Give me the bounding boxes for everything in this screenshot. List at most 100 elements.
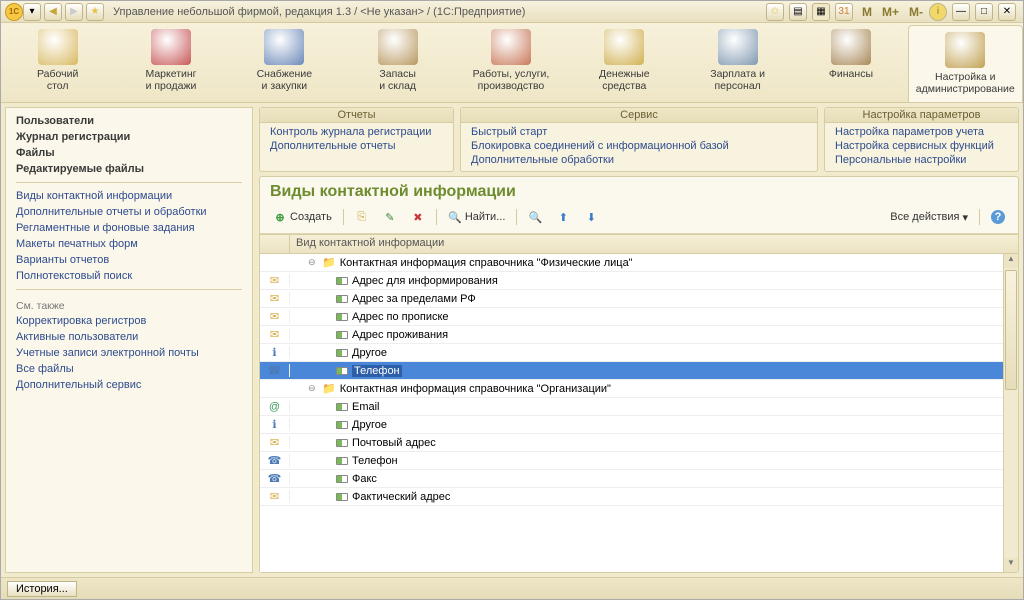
table-row[interactable]: ☎Телефон <box>260 362 1018 380</box>
memory-m-button[interactable]: M <box>858 4 876 20</box>
tag-icon <box>336 421 348 429</box>
nav-icon <box>378 29 418 65</box>
doc-icon[interactable]: ▤ <box>789 3 807 21</box>
calendar-icon[interactable]: 31 <box>835 3 853 21</box>
panel-link[interactable]: Настройка сервисных функций <box>835 139 1008 153</box>
maximize-button[interactable]: □ <box>975 3 993 21</box>
row-type-icon: ✉ <box>260 274 290 287</box>
nav-item-7[interactable]: Финансы <box>794 23 907 102</box>
sidebar-link[interactable]: Все файлы <box>16 362 242 376</box>
create-button[interactable]: ⊕Создать <box>268 207 337 227</box>
copy-button[interactable]: ⎘ <box>350 207 374 227</box>
nav-item-4[interactable]: Работы, услуги,производство <box>454 23 567 102</box>
nav-item-6[interactable]: Зарплата иперсонал <box>681 23 794 102</box>
sidebar-link[interactable]: Учетные записи электронной почты <box>16 346 242 360</box>
table-row[interactable]: ✉Адрес за пределами РФ <box>260 290 1018 308</box>
sidebar-link[interactable]: Дополнительные отчеты и обработки <box>16 205 242 219</box>
row-label: Адрес проживания <box>352 329 448 341</box>
panel-service-header: Сервис <box>461 108 817 123</box>
sidebar-link[interactable]: Корректировка регистров <box>16 314 242 328</box>
find-button[interactable]: 🔍Найти... <box>443 207 511 227</box>
folder-icon: 📁 <box>322 256 336 269</box>
cancel-search-button[interactable]: 🔍 <box>523 207 547 227</box>
move-down-button[interactable]: ⬇ <box>579 207 603 227</box>
nav-back-button[interactable]: ◀ <box>44 3 62 21</box>
table-row[interactable]: ✉Почтовый адрес <box>260 434 1018 452</box>
dropdown-button[interactable]: ▾ <box>23 3 41 21</box>
sidebar-link[interactable]: Активные пользователи <box>16 330 242 344</box>
sidebar-link[interactable]: Виды контактной информации <box>16 189 242 203</box>
memory-mminus-button[interactable]: M- <box>905 4 927 20</box>
plus-icon: ⊕ <box>273 210 287 224</box>
nav-item-3[interactable]: Запасыи склад <box>341 23 454 102</box>
grid: Вид контактной информации ⊖📁Контактная и… <box>260 234 1018 572</box>
nav-item-5[interactable]: Денежныесредства <box>568 23 681 102</box>
scroll-thumb[interactable] <box>1005 270 1017 390</box>
row-type-icon: ✉ <box>260 292 290 305</box>
sidebar-link[interactable]: Макеты печатных форм <box>16 237 242 251</box>
sidebar-link[interactable]: Регламентные и фоновые задания <box>16 221 242 235</box>
sidebar-link[interactable]: Полнотекстовый поиск <box>16 269 242 283</box>
panel-link[interactable]: Дополнительные обработки <box>471 153 807 167</box>
nav-item-0[interactable]: Рабочийстол <box>1 23 114 102</box>
nav-forward-button[interactable]: ▶ <box>65 3 83 21</box>
tag-icon <box>336 367 348 375</box>
table-row[interactable]: ✉Фактический адрес <box>260 488 1018 506</box>
nav-item-1[interactable]: Маркетинги продажи <box>114 23 227 102</box>
table-row[interactable]: ⊖📁Контактная информация справочника "Орг… <box>260 380 1018 398</box>
sidebar-link[interactable]: Журнал регистрации <box>16 130 242 144</box>
panel-link[interactable]: Быстрый старт <box>471 125 807 139</box>
fav-add-icon[interactable]: ✩ <box>766 3 784 21</box>
move-up-button[interactable]: ⬆ <box>551 207 575 227</box>
panel-settings: Настройка параметров Настройка параметро… <box>824 107 1019 172</box>
scrollbar[interactable]: ▲ ▼ <box>1003 254 1018 572</box>
grid-body[interactable]: ⊖📁Контактная информация справочника "Физ… <box>260 254 1018 572</box>
pencil-icon: ✎ <box>383 210 397 224</box>
edit-button[interactable]: ✎ <box>378 207 402 227</box>
expand-icon[interactable]: ⊖ <box>308 383 318 394</box>
sidebar-link[interactable]: Редактируемые файлы <box>16 162 242 176</box>
nav-item-8[interactable]: Настройка иадминистрирование <box>908 25 1023 102</box>
table-row[interactable]: ℹДругое <box>260 344 1018 362</box>
tag-icon <box>336 439 348 447</box>
delete-button[interactable]: ✖ <box>406 207 430 227</box>
table-row[interactable]: ☎Телефон <box>260 452 1018 470</box>
table-row[interactable]: ℹДругое <box>260 416 1018 434</box>
panel-link[interactable]: Блокировка соединений с информационной б… <box>471 139 807 153</box>
panel-link[interactable]: Настройка параметров учета <box>835 125 1008 139</box>
table-row[interactable]: @Email <box>260 398 1018 416</box>
minimize-button[interactable]: — <box>952 3 970 21</box>
tag-icon <box>336 277 348 285</box>
grid-header-name-col[interactable]: Вид контактной информации <box>290 235 1018 253</box>
table-row[interactable]: ✉Адрес для информирования <box>260 272 1018 290</box>
workspace: Пользователи Журнал регистрации Файлы Редак… <box>1 103 1023 577</box>
all-actions-button[interactable]: Все действия ▾ <box>885 208 973 227</box>
row-type-icon: ✉ <box>260 436 290 449</box>
help-button[interactable]: ? <box>986 207 1010 227</box>
table-row[interactable]: ✉Адрес проживания <box>260 326 1018 344</box>
panel-link[interactable]: Персональные настройки <box>835 153 1008 167</box>
info-icon[interactable]: i <box>929 3 947 21</box>
row-type-icon: @ <box>260 401 290 413</box>
table-row[interactable]: ⊖📁Контактная информация справочника "Физ… <box>260 254 1018 272</box>
content-area: Виды контактной информации ⊕Создать ⎘ ✎ … <box>259 176 1019 573</box>
expand-icon[interactable]: ⊖ <box>308 257 318 268</box>
scroll-up-icon[interactable]: ▲ <box>1004 254 1018 268</box>
table-row[interactable]: ✉Адрес по прописке <box>260 308 1018 326</box>
table-row[interactable]: ☎Факс <box>260 470 1018 488</box>
sidebar-link[interactable]: Дополнительный сервис <box>16 378 242 392</box>
close-button[interactable]: ✕ <box>998 3 1016 21</box>
panel-link[interactable]: Дополнительные отчеты <box>270 139 443 153</box>
sidebar-link[interactable]: Пользователи <box>16 114 242 128</box>
sidebar-link[interactable]: Файлы <box>16 146 242 160</box>
panel-link[interactable]: Контроль журнала регистрации <box>270 125 443 139</box>
nav-item-2[interactable]: Снабжениеи закупки <box>228 23 341 102</box>
scroll-down-icon[interactable]: ▼ <box>1004 558 1018 572</box>
calc-icon[interactable]: ▦ <box>812 3 830 21</box>
sidebar-link[interactable]: Варианты отчетов <box>16 253 242 267</box>
nav-icon <box>718 29 758 65</box>
favorite-button[interactable]: ★ <box>86 3 104 21</box>
history-button[interactable]: История... <box>7 581 77 597</box>
memory-mplus-button[interactable]: M+ <box>878 4 903 20</box>
row-type-icon: ✉ <box>260 490 290 503</box>
